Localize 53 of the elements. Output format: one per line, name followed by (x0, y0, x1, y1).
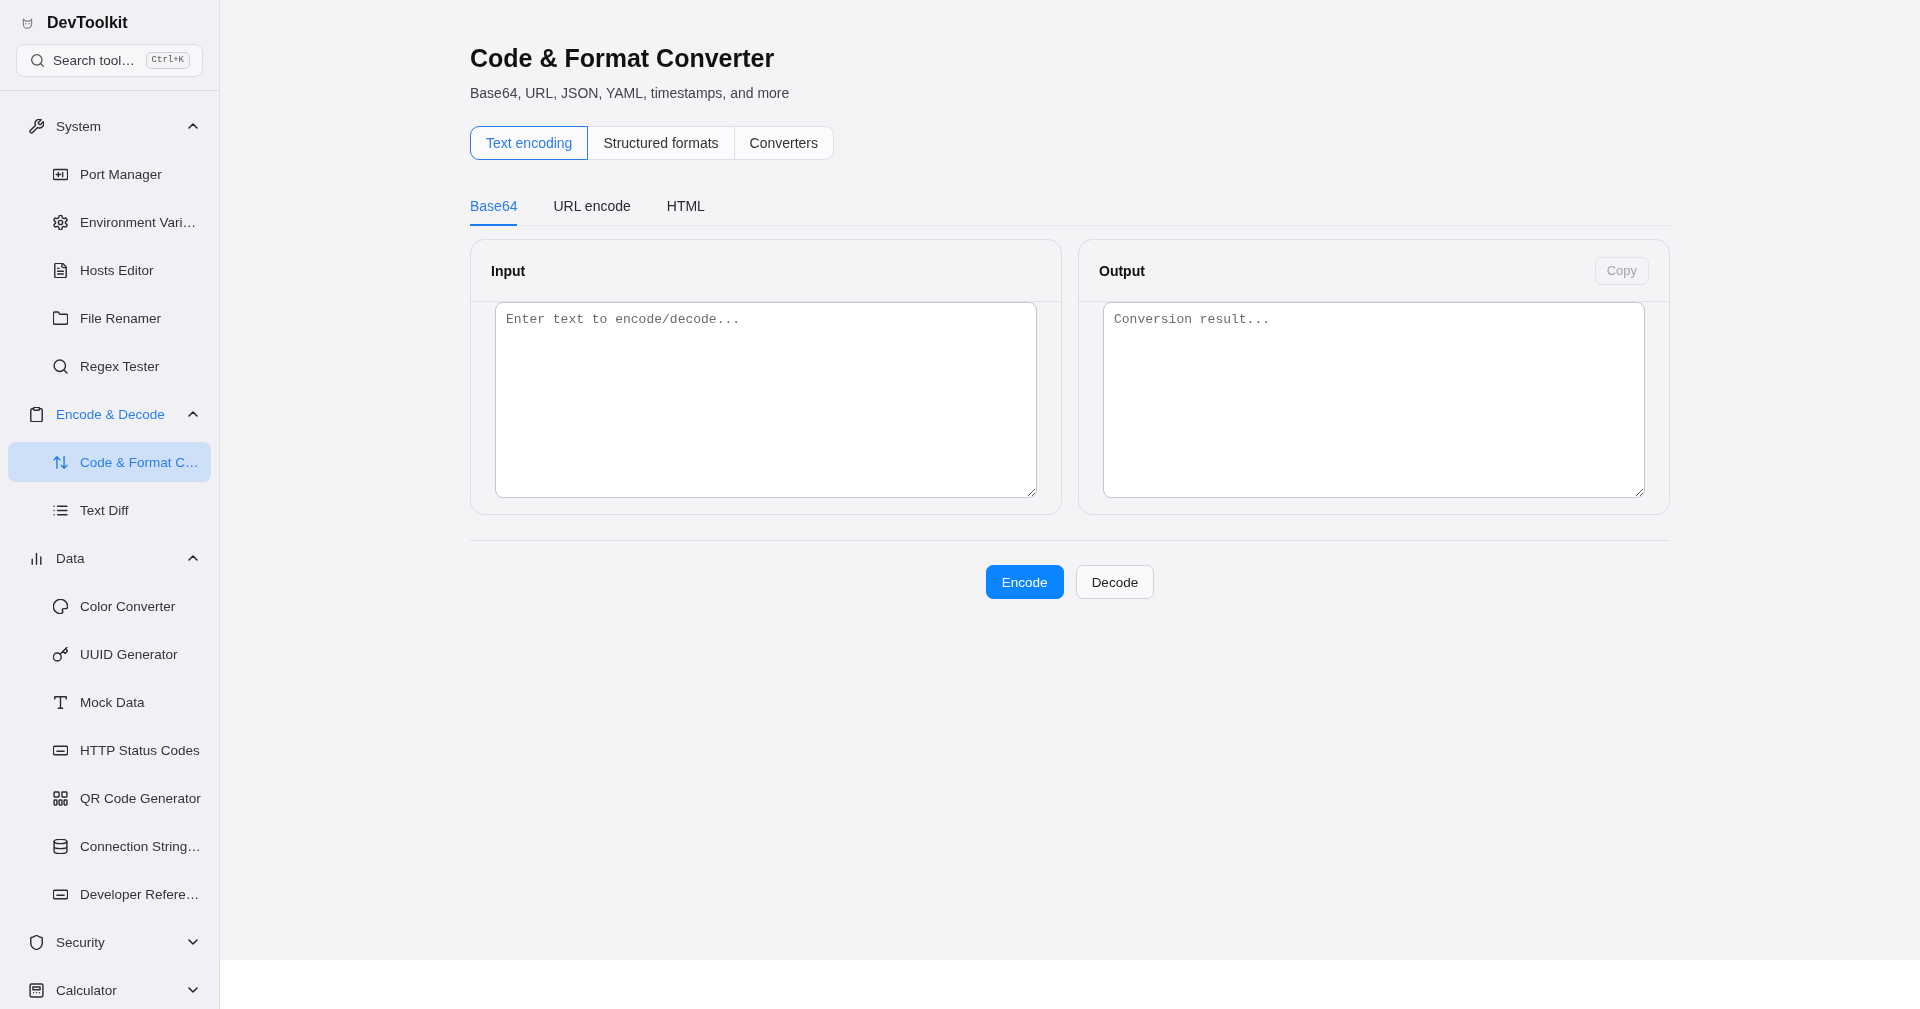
shortcut-hint: Ctrl+K (145, 52, 190, 69)
plus-box-icon (53, 166, 68, 182)
clipboard-icon (29, 406, 44, 422)
category-tab[interactable]: Text encoding (470, 126, 589, 160)
panel-title: Input (491, 262, 526, 279)
sidebar-item[interactable]: QR Code Generator (8, 778, 211, 818)
document-icon (53, 262, 68, 278)
sidebar-item[interactable]: Hosts Editor (8, 250, 211, 290)
sidebar-item[interactable]: Environment Vari… (8, 202, 211, 242)
panel-title: Output (1099, 262, 1145, 279)
sidebar-item[interactable]: Color Converter (8, 586, 211, 626)
text-type-icon (53, 694, 68, 710)
output-field[interactable]: Conversion result... (1103, 302, 1645, 498)
sidebar-group[interactable]: Data (8, 538, 211, 578)
calculator-icon (29, 982, 44, 998)
sidebar-item[interactable]: Text Diff (8, 490, 211, 530)
sidebar-group[interactable]: Calculator (8, 970, 211, 1009)
format-tab[interactable]: URL encode (553, 190, 631, 226)
sidebar-item[interactable]: Port Manager (8, 154, 211, 194)
shield-icon (29, 934, 44, 950)
key-icon (53, 646, 68, 662)
input-field[interactable]: Enter text to encode/decode... (495, 302, 1037, 498)
category-tab[interactable]: Converters (733, 126, 835, 160)
database-icon (53, 838, 68, 854)
sidebar-item[interactable]: Connection String… (8, 826, 211, 866)
format-tab[interactable]: HTML (666, 190, 705, 226)
sidebar-item[interactable]: Regex Tester (8, 346, 211, 386)
bar-chart-icon (29, 550, 44, 566)
sidebar-group[interactable]: Security (8, 922, 211, 962)
search-input[interactable]: Search tool… (53, 53, 137, 68)
cat-face-icon (22, 17, 33, 29)
up-down-arrows-icon (53, 454, 68, 470)
wrench-icon (29, 118, 44, 134)
sidebar-group[interactable]: System (8, 106, 211, 146)
encode-button[interactable]: Encode (985, 565, 1064, 599)
palette-icon (53, 598, 68, 614)
app-name: DevToolkit (47, 13, 128, 33)
qr-code-icon (53, 790, 68, 806)
sidebar-item[interactable]: HTTP Status Codes (8, 730, 211, 770)
search-icon (53, 358, 68, 374)
sidebar-item[interactable]: Developer Refere… (8, 874, 211, 914)
sidebar-item[interactable]: Mock Data (8, 682, 211, 722)
category-tab[interactable]: Structured formats (587, 126, 735, 160)
format-tab[interactable]: Base64 (470, 190, 518, 226)
folder-icon (53, 310, 68, 326)
page-subtitle: Base64, URL, JSON, YAML, timestamps, and more (470, 84, 791, 103)
page-title: Code & Format Converter (470, 43, 776, 74)
decode-button[interactable]: Decode (1075, 565, 1155, 599)
sidebar-group[interactable]: Encode & Decode (8, 394, 211, 434)
sidebar-item[interactable]: UUID Generator (8, 634, 211, 674)
settings-icon (53, 214, 68, 230)
sidebar-item[interactable]: File Renamer (8, 298, 211, 338)
search-icon (31, 54, 44, 67)
